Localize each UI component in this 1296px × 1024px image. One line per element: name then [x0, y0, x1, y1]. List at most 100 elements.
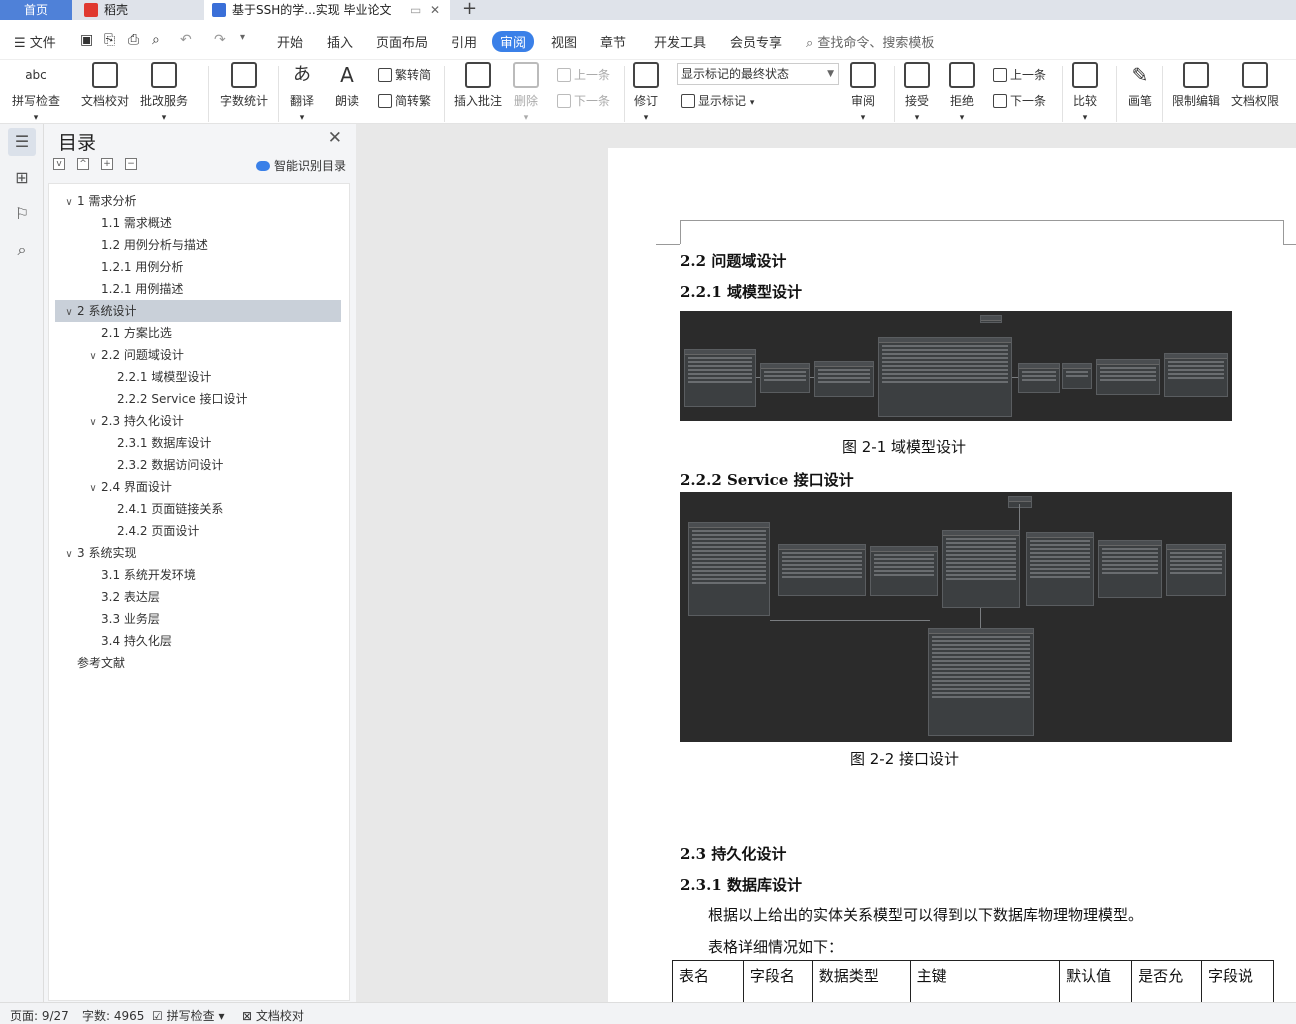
review-pane-button[interactable]: 审阅 ▾: [850, 62, 876, 123]
chevron-down-icon[interactable]: ▾: [861, 113, 866, 123]
print-icon[interactable]: ⎙: [128, 32, 139, 48]
menu-member[interactable]: 会员专享: [730, 32, 782, 51]
revision-service-button[interactable]: 批改服务 ▾: [140, 62, 188, 123]
table-header-cell[interactable]: 字段说: [1201, 960, 1274, 1005]
smart-toc-button[interactable]: 智能识别目录: [255, 157, 346, 174]
chevron-down-icon[interactable]: ▾: [34, 113, 39, 123]
quick-access-dropdown-icon[interactable]: ▾: [240, 32, 245, 43]
trad-to-simp-button[interactable]: 繁转简: [378, 66, 431, 83]
compare-button[interactable]: 比较 ▾: [1072, 62, 1098, 123]
tab-close-icon[interactable]: ✕: [430, 0, 440, 20]
toc-item[interactable]: 3.3 业务层: [55, 608, 341, 630]
nav-tree-icon[interactable]: ⊞: [8, 164, 36, 192]
next-change-button[interactable]: 下一条: [993, 92, 1046, 109]
accept-button[interactable]: 接受 ▾: [904, 62, 930, 123]
expand-up-icon[interactable]: ^: [77, 158, 89, 170]
chevron-down-icon[interactable]: ▾: [524, 113, 529, 123]
menu-page-layout[interactable]: 页面布局: [376, 32, 428, 51]
collapse-all-icon[interactable]: v: [53, 158, 65, 170]
toc-item[interactable]: 2.2.2 Service 接口设计: [55, 388, 341, 410]
toc-item[interactable]: 1.2.1 用例描述: [55, 278, 341, 300]
toc-item[interactable]: ∨ 3 系统实现: [55, 542, 341, 564]
chevron-down-icon[interactable]: ▾: [1083, 113, 1088, 123]
toc-item[interactable]: 2.4.1 页面链接关系: [55, 498, 341, 520]
chevron-down-icon[interactable]: ▾: [300, 113, 305, 123]
menu-start[interactable]: 开始: [277, 32, 303, 51]
chevron-down-icon[interactable]: ▾: [915, 113, 920, 123]
chevron-down-icon[interactable]: ▾: [750, 98, 755, 108]
tab-monitor-icon[interactable]: ▭: [410, 0, 421, 20]
chevron-down-icon[interactable]: ∨: [85, 478, 101, 500]
toc-item[interactable]: 1.2.1 用例分析: [55, 256, 341, 278]
bookmark-icon[interactable]: ⚐: [8, 200, 36, 228]
proofread-status[interactable]: ⊠ 文档校对: [242, 1007, 304, 1024]
read-aloud-button[interactable]: A 朗读: [334, 62, 360, 109]
insert-comment-button[interactable]: 插入批注: [454, 62, 502, 109]
tab-home[interactable]: 首页: [0, 0, 72, 20]
toc-item[interactable]: 2.2.1 域模型设计: [55, 366, 341, 388]
service-interface-figure[interactable]: [680, 492, 1232, 742]
chevron-down-icon[interactable]: ∨: [61, 192, 77, 214]
table-header-cell[interactable]: 主键: [909, 960, 1061, 1005]
menu-view[interactable]: 视图: [551, 32, 577, 51]
tab-docer[interactable]: 稻壳: [76, 0, 200, 20]
page-indicator[interactable]: 页面: 9/27: [10, 1007, 69, 1024]
restrict-edit-button[interactable]: 限制编辑: [1172, 62, 1220, 109]
table-header-cell[interactable]: 字段名: [742, 960, 813, 1005]
table-header-cell[interactable]: 数据类型: [811, 960, 911, 1005]
add-heading-icon[interactable]: +: [101, 158, 113, 170]
chevron-down-icon[interactable]: ∨: [61, 544, 77, 566]
menu-references[interactable]: 引用: [451, 32, 477, 51]
next-comment-button[interactable]: 下一条: [557, 92, 610, 109]
chevron-down-icon[interactable]: ∨: [61, 302, 77, 324]
word-count-status[interactable]: 字数: 4965: [82, 1007, 144, 1024]
spell-check-status[interactable]: ☑ 拼写检查 ▾: [152, 1007, 224, 1024]
doc-proofread-button[interactable]: 文档校对: [81, 62, 129, 109]
prev-comment-button[interactable]: 上一条: [557, 66, 610, 83]
redo-icon[interactable]: ↷: [214, 32, 226, 48]
print-preview-icon[interactable]: ⌕: [152, 32, 160, 48]
table-header-cell[interactable]: 表名: [672, 960, 744, 1005]
tab-document[interactable]: 基于SSH的学...实现 毕业论文 ▭ ✕: [204, 0, 450, 20]
toc-item[interactable]: 2.1 方案比选: [55, 322, 341, 344]
chevron-down-icon[interactable]: ▾: [162, 113, 167, 123]
table-header-cell[interactable]: 默认值: [1059, 960, 1133, 1005]
file-menu[interactable]: ☰ 文件: [14, 32, 56, 51]
undo-icon[interactable]: ↶: [180, 32, 192, 48]
menu-review[interactable]: 审阅: [492, 31, 535, 52]
toc-item[interactable]: ∨ 2.4 界面设计: [55, 476, 341, 498]
chevron-down-icon[interactable]: ▾: [644, 113, 649, 123]
chevron-down-icon[interactable]: ∨: [85, 412, 101, 434]
translate-button[interactable]: あ 翻译 ▾: [289, 62, 315, 123]
track-changes-button[interactable]: 修订 ▾: [633, 62, 659, 123]
simp-to-trad-button[interactable]: 简转繁: [378, 92, 431, 109]
menu-dev-tools[interactable]: 开发工具: [654, 32, 706, 51]
save-icon[interactable]: ▣: [80, 32, 93, 48]
database-table[interactable]: 表名 字段名 数据类型 主键 默认值 是否允 字段说: [672, 960, 1274, 1005]
remove-heading-icon[interactable]: −: [125, 158, 137, 170]
chevron-down-icon[interactable]: ∨: [85, 346, 101, 368]
chevron-down-icon[interactable]: ▾: [960, 113, 965, 123]
menu-chapter[interactable]: 章节: [600, 32, 626, 51]
command-search[interactable]: ⌕ 查找命令、搜索模板: [806, 32, 934, 51]
word-count-button[interactable]: 字数统计: [220, 62, 268, 109]
toc-item[interactable]: ∨ 1 需求分析: [55, 190, 341, 212]
toc-item[interactable]: 1.1 需求概述: [55, 212, 341, 234]
markup-display-select[interactable]: 显示标记的最终状态 ▼: [677, 63, 839, 85]
toc-item[interactable]: 2.3.1 数据库设计: [55, 432, 341, 454]
table-header-cell[interactable]: 是否允: [1131, 960, 1203, 1005]
toc-item[interactable]: 2.4.2 页面设计: [55, 520, 341, 542]
toc-item[interactable]: 参考文献: [55, 652, 341, 674]
toc-item[interactable]: ∨ 2.3 持久化设计: [55, 410, 341, 432]
toc-item[interactable]: ∨ 2.2 问题域设计: [55, 344, 341, 366]
prev-change-button[interactable]: 上一条: [993, 66, 1046, 83]
toc-panel-icon[interactable]: ☰: [8, 128, 36, 156]
toc-item[interactable]: 3.1 系统开发环境: [55, 564, 341, 586]
toc-item[interactable]: 2.3.2 数据访问设计: [55, 454, 341, 476]
document-page[interactable]: 2.2 问题域设计 2.2.1 域模型设计 图 2-1 域模型设计 2.2.2 …: [608, 148, 1296, 1005]
reject-button[interactable]: 拒绝 ▾: [949, 62, 975, 123]
toc-item[interactable]: 3.4 持久化层: [55, 630, 341, 652]
pen-button[interactable]: ✎ 画笔: [1127, 62, 1153, 109]
doc-permission-button[interactable]: 文档权限: [1231, 62, 1279, 109]
delete-comment-button[interactable]: 删除 ▾: [513, 62, 539, 123]
